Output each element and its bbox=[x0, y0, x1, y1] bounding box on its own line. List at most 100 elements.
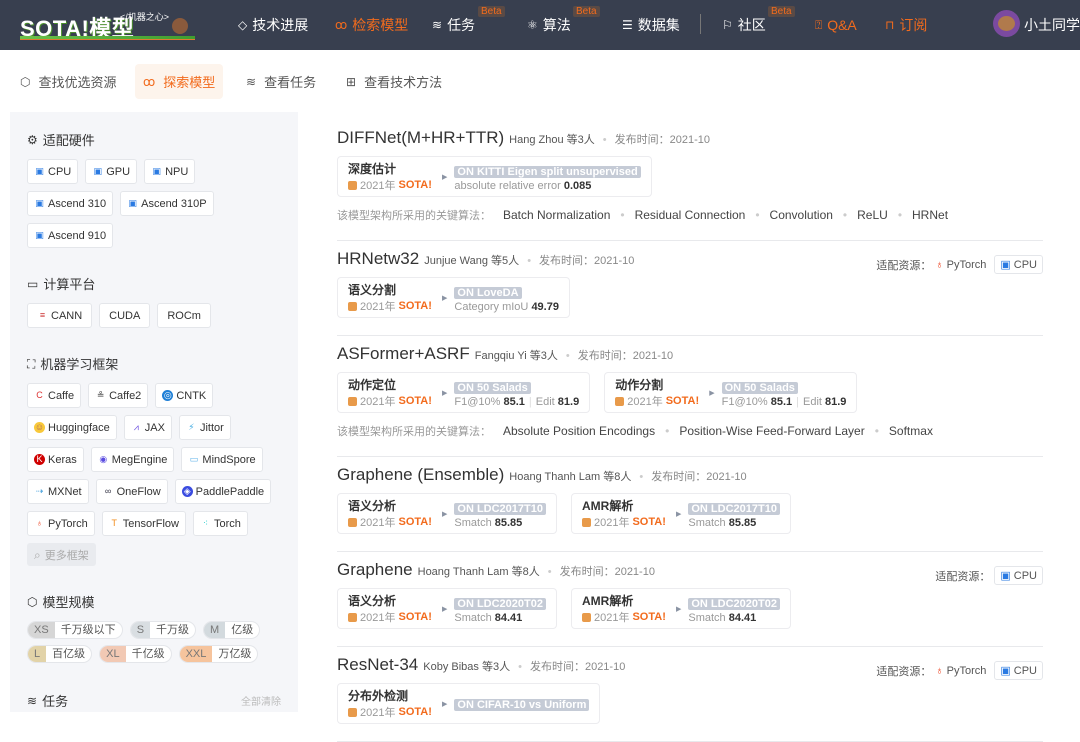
nav-3[interactable]: ⚛ 算法 Beta bbox=[527, 0, 600, 50]
hardware-chip[interactable]: ▣ Ascend 910 bbox=[27, 223, 114, 248]
hardware-chip[interactable]: ▣ CPU bbox=[27, 159, 79, 184]
resource-pytorch[interactable]: ♁ PyTorch bbox=[935, 259, 986, 271]
sota-result-card[interactable]: 动作分割 2021年 SOTA! ▶ ON 50 Salads F1@10% 85.1 | E… bbox=[604, 372, 858, 413]
model-name[interactable]: ResNet-34 bbox=[337, 655, 418, 675]
task-name[interactable]: 语义分割 bbox=[348, 281, 438, 298]
algorithm-link[interactable]: ReLU bbox=[857, 208, 888, 222]
algorithm-link[interactable]: Residual Connection bbox=[635, 208, 746, 222]
dataset-badge[interactable]: ON LDC2020T02 bbox=[688, 597, 780, 610]
algorithm-link[interactable]: Position-Wise Feed-Forward Layer bbox=[679, 424, 864, 438]
resource-cpu[interactable]: ▣ CPU bbox=[994, 661, 1043, 680]
sota-result-card[interactable]: 语义分割 2021年 SOTA! ▶ ON LoveDA Category mIoU 49… bbox=[337, 277, 570, 318]
subnav-tab-0[interactable]: ⬡ 查找优选资源 bbox=[12, 64, 125, 99]
task-name[interactable]: 语义分析 bbox=[348, 497, 438, 514]
algorithm-link[interactable]: Convolution bbox=[770, 208, 833, 222]
clear-all-button[interactable]: 全部清除 bbox=[241, 693, 281, 708]
dataset-badge[interactable]: ON CIFAR-10 vs Uniform bbox=[454, 698, 590, 711]
hardware-chip[interactable]: ▣ NPU bbox=[144, 159, 196, 184]
scale-chip[interactable]: L 百亿级 bbox=[27, 645, 93, 663]
framework-chip[interactable]: ☺ Huggingface bbox=[27, 415, 117, 440]
model-name[interactable]: HRNetw32 bbox=[337, 249, 419, 269]
model-authors[interactable]: Hoang Thanh Lam 等8人 bbox=[418, 563, 540, 579]
scale-chip[interactable]: S 千万级 bbox=[129, 621, 197, 639]
model-name[interactable]: Graphene bbox=[337, 560, 413, 580]
sota-year: 2021年 SOTA! bbox=[348, 177, 438, 193]
model-authors[interactable]: Hoang Thanh Lam 等8人 bbox=[509, 468, 631, 484]
resource-cpu[interactable]: ▣ CPU bbox=[994, 255, 1043, 274]
dataset-badge[interactable]: ON LDC2017T10 bbox=[688, 502, 780, 515]
framework-chip[interactable]: C Caffe bbox=[27, 383, 82, 408]
username[interactable]: 小土同学 bbox=[1024, 15, 1080, 35]
framework-chip[interactable]: ∞ OneFlow bbox=[95, 479, 168, 504]
framework-chip[interactable]: ⇢ MXNet bbox=[27, 479, 89, 504]
scale-chip[interactable]: XS 千万级以下 bbox=[27, 621, 123, 639]
task-name[interactable]: 语义分析 bbox=[348, 592, 438, 609]
platform-chip[interactable]: ROCm bbox=[157, 303, 211, 328]
resource-cpu[interactable]: ▣ CPU bbox=[994, 566, 1043, 585]
framework-chip[interactable]: K Keras bbox=[27, 447, 84, 472]
sota-result-card[interactable]: AMR解析 2021年 SOTA! ▶ ON LDC2017T10 Smatch 85.8… bbox=[570, 493, 791, 534]
framework-chip[interactable]: ⚡ Jittor bbox=[178, 415, 231, 440]
hardware-chip[interactable]: ▣ GPU bbox=[85, 159, 138, 184]
algorithm-link[interactable]: Absolute Position Encodings bbox=[503, 424, 655, 438]
dataset-badge[interactable]: ON 50 Salads bbox=[721, 381, 798, 394]
sota-result-card[interactable]: 语义分析 2021年 SOTA! ▶ ON LDC2017T10 Smatch 85.85 bbox=[337, 493, 557, 534]
nav-6[interactable]: ⍰ Q&A bbox=[815, 0, 857, 50]
platform-chip[interactable]: CUDA bbox=[99, 303, 151, 328]
task-name[interactable]: AMR解析 bbox=[582, 592, 672, 609]
resource-pytorch[interactable]: ♁ PyTorch bbox=[935, 665, 986, 677]
nav-5[interactable]: ⚐ 社区 Beta bbox=[722, 0, 795, 50]
sota-result-card[interactable]: 分布外检测 2021年 SOTA! ▶ ON CIFAR-10 vs Uniform bbox=[337, 683, 601, 724]
framework-chip[interactable]: ⁖ Torch bbox=[193, 511, 248, 536]
framework-chip[interactable]: ⩘ JAX bbox=[123, 415, 172, 440]
subnav-tab-1[interactable]: ꝏ 探索模型 bbox=[135, 64, 224, 99]
nav-2[interactable]: ≋ 任务 Beta bbox=[432, 0, 505, 50]
logo[interactable]: SOTA!模型 </机器之心> bbox=[20, 8, 195, 42]
nav-4[interactable]: ☰ 数据集 bbox=[622, 0, 680, 50]
model-name[interactable]: ASFormer+ASRF bbox=[337, 344, 470, 364]
model-authors[interactable]: Koby Bibas 等3人 bbox=[423, 658, 510, 674]
model-name[interactable]: DIFFNet(M+HR+TTR) bbox=[337, 128, 504, 148]
dataset-badge[interactable]: ON 50 Salads bbox=[454, 381, 531, 394]
subnav-tab-2[interactable]: ≋ 查看任务 bbox=[238, 64, 324, 99]
framework-chip[interactable]: ▭ MindSpore bbox=[181, 447, 263, 472]
hardware-chip[interactable]: ▣ Ascend 310P bbox=[120, 191, 214, 216]
framework-chip[interactable]: ≗ Caffe2 bbox=[88, 383, 149, 408]
dataset-badge[interactable]: ON LoveDA bbox=[454, 286, 522, 299]
task-name[interactable]: 动作分割 bbox=[615, 376, 705, 393]
task-name[interactable]: 深度估计 bbox=[348, 160, 438, 177]
framework-chip[interactable]: ◎ CNTK bbox=[155, 383, 214, 408]
model-authors[interactable]: Fangqiu Yi 等3人 bbox=[475, 347, 558, 363]
dataset-badge[interactable]: ON LDC2020T02 bbox=[454, 597, 546, 610]
framework-chip[interactable]: ◈ PaddlePaddle bbox=[174, 479, 272, 504]
framework-chip[interactable]: T TensorFlow bbox=[101, 511, 186, 536]
nav-0[interactable]: ◇ 技术进展 bbox=[238, 0, 308, 50]
sota-result-card[interactable]: 动作定位 2021年 SOTA! ▶ ON 50 Salads F1@10% 85.1 | E… bbox=[337, 372, 591, 413]
nav-1[interactable]: ꝏ 检索模型 bbox=[335, 0, 408, 50]
model-authors[interactable]: Hang Zhou 等3人 bbox=[509, 131, 595, 147]
scale-chip[interactable]: XXL 万亿级 bbox=[178, 645, 259, 663]
task-name[interactable]: 动作定位 bbox=[348, 376, 438, 393]
framework-chip[interactable]: ♁ PyTorch bbox=[27, 511, 95, 536]
algorithm-link[interactable]: Batch Normalization bbox=[503, 208, 610, 222]
dataset-badge[interactable]: ON LDC2017T10 bbox=[454, 502, 546, 515]
framework-chip[interactable]: ◉ MegEngine bbox=[90, 447, 175, 472]
nav-7[interactable]: ⊓ 订阅 bbox=[885, 0, 927, 50]
more-frameworks-button[interactable]: ⌕ 更多框架 bbox=[27, 543, 96, 566]
task-name[interactable]: 分布外检测 bbox=[348, 687, 438, 704]
hardware-chip[interactable]: ▣ Ascend 310 bbox=[27, 191, 114, 216]
dataset-badge[interactable]: ON KITTI Eigen split unsupervised bbox=[454, 165, 641, 178]
scale-chip[interactable]: XL 千亿级 bbox=[99, 645, 172, 663]
avatar[interactable] bbox=[993, 10, 1020, 37]
sota-result-card[interactable]: 深度估计 2021年 SOTA! ▶ ON KITTI Eigen split unsu… bbox=[337, 156, 652, 197]
subnav-tab-3[interactable]: ⊞ 查看技术方法 bbox=[338, 64, 450, 99]
algorithm-link[interactable]: Softmax bbox=[889, 424, 933, 438]
platform-chip[interactable]: ≡ CANN bbox=[27, 303, 93, 328]
sota-result-card[interactable]: AMR解析 2021年 SOTA! ▶ ON LDC2020T02 Smatch 84.4… bbox=[570, 588, 791, 629]
algorithm-link[interactable]: HRNet bbox=[912, 208, 948, 222]
model-name[interactable]: Graphene (Ensemble) bbox=[337, 465, 504, 485]
scale-chip[interactable]: M 亿级 bbox=[203, 621, 261, 639]
task-name[interactable]: AMR解析 bbox=[582, 497, 672, 514]
sota-result-card[interactable]: 语义分析 2021年 SOTA! ▶ ON LDC2020T02 Smatch 84.41 bbox=[337, 588, 557, 629]
model-authors[interactable]: Junjue Wang 等5人 bbox=[424, 252, 519, 268]
